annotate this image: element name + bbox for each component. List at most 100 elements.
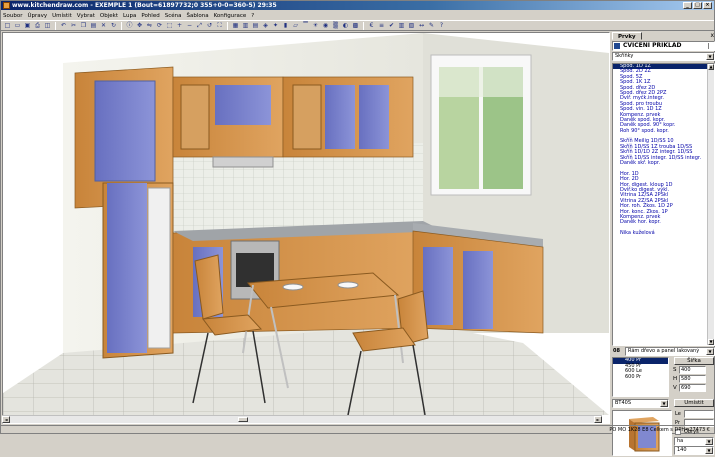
dim-h-input[interactable]: 580 [679,375,706,383]
catalog-menu-icon[interactable] [708,43,713,49]
rotate-icon[interactable]: ↻ [109,21,118,30]
save-icon[interactable]: ▣ [23,21,32,30]
scroll-up-icon[interactable]: ▲ [708,64,714,70]
tab-prvky[interactable]: Prvky [612,32,642,40]
catalog-icon [614,43,620,49]
chevron-down-icon[interactable]: ▼ [706,348,714,355]
3d-viewport[interactable] [2,32,610,424]
close-icon[interactable]: × [703,2,712,9]
render-icon[interactable]: ✦ [271,21,280,30]
element-list-scrollbar[interactable]: ▲ ▼ [707,64,714,345]
kitchen-render[interactable] [3,33,609,416]
lights-icon[interactable]: ☀ [311,21,320,30]
toolbar: □ ▭ ▣ ⎙ ◫ ↶ ✂ ❐ ▤ ✕ ↻ ⓘ ✥ ⇋ ⟳ ⬚ + − ⤢ ↺ ⛶ ▦ ▥ ▤ ◈ ✦ ▮ ▱ ▔ ☀ ◉ ▒ ◐ ▩ € ≡ ✔ ▥ ▧ ↔… [1,20,714,31]
category-select[interactable]: Skříňky ▼ [612,52,715,61]
chevron-down-icon[interactable]: ▼ [706,53,714,60]
open-icon[interactable]: ▭ [13,21,22,30]
perspective-icon[interactable]: ◈ [261,21,270,30]
size-list[interactable]: 400 Pr 450 Pr 600 Le 600 Pr [612,357,669,397]
layer-icon[interactable]: ▧ [407,21,416,30]
undo-icon[interactable]: ↶ [59,21,68,30]
texture-icon[interactable]: ▩ [351,21,360,30]
list-item[interactable]: Nika kuželová [613,230,714,236]
price-icon[interactable]: € [367,21,376,30]
menu-help[interactable]: ? [251,13,254,19]
menu-lupa[interactable]: Lupa [123,13,136,19]
dim-s-input[interactable]: 400 [679,366,706,374]
catalog-header[interactable]: CVIČENÍ PŘÍKLAD [612,41,715,51]
toolbar-separator [121,21,122,30]
chevron-down-icon[interactable]: ▼ [660,400,668,407]
help-icon[interactable]: ? [437,21,446,30]
colors-icon[interactable]: ◐ [341,21,350,30]
floor-icon[interactable]: ▱ [291,21,300,30]
plan-view-icon[interactable]: ▦ [231,21,240,30]
paste-icon[interactable]: ▤ [89,21,98,30]
panel-close-icon[interactable]: x [710,32,714,39]
ceiling-icon[interactable]: ▔ [301,21,310,30]
minimize-icon[interactable]: _ [683,2,692,9]
maximize-icon[interactable]: □ [693,2,702,9]
cut-icon[interactable]: ✂ [69,21,78,30]
scroll-right-icon[interactable]: ► [594,416,602,423]
zoom-window-icon[interactable]: ⬚ [165,21,174,30]
zoom-all-icon[interactable]: ⤢ [195,21,204,30]
walls-icon[interactable]: ▮ [281,21,290,30]
app-window: www.kitchendraw.com - EXEMPLE 1 (Bout=61… [0,0,715,456]
place-button[interactable]: Umístit [674,399,714,407]
zoom-out-icon[interactable]: − [185,21,194,30]
dim-v-input[interactable]: 690 [679,384,706,392]
material-row: 08 Rám dřevo a panel lakovaný ▼ [612,347,715,356]
menu-upravy[interactable]: Úpravy [27,13,47,19]
new-icon[interactable]: □ [3,21,12,30]
front-view-icon[interactable]: ▥ [241,21,250,30]
element-list[interactable]: Spod. 1D 1Z Spod. 2D 2Z Spod. 5Z Spod. 1K 1… [612,63,715,346]
menu-scena[interactable]: Scéna [165,13,182,19]
zoom-in-icon[interactable]: + [175,21,184,30]
glass-door [180,84,210,150]
materials-icon[interactable]: ▒ [331,21,340,30]
menu-umistit[interactable]: Umístit [52,13,72,19]
menu-objekt[interactable]: Objekt [100,13,118,19]
camera-icon[interactable]: ◉ [321,21,330,30]
menu-pohled[interactable]: Pohled [141,13,159,19]
ha-select[interactable]: ha ▼ [674,437,714,446]
zoom-extents-icon[interactable]: ⛶ [215,21,224,30]
menu-vybrat[interactable]: Vybrat [77,13,95,19]
code-select[interactable]: BT40S ▼ [612,399,669,408]
delete-icon[interactable]: ✕ [99,21,108,30]
chevron-down-icon[interactable]: ▼ [705,438,713,445]
copy-icon[interactable]: ❐ [79,21,88,30]
order-icon[interactable]: ✔ [387,21,396,30]
width-button[interactable]: Šířka [674,357,714,365]
zoom-previous-icon[interactable]: ↺ [205,21,214,30]
dimension-icon[interactable]: ↔ [417,21,426,30]
window-title: www.kitchendraw.com - EXEMPLE 1 (Bout=61… [12,2,277,9]
stats-icon[interactable]: ▥ [397,21,406,30]
print-icon[interactable]: ⎙ [33,21,42,30]
prop-le: Le [674,410,714,418]
chevron-down-icon[interactable]: ▼ [705,447,713,454]
print-preview-icon[interactable]: ◫ [43,21,52,30]
move-icon[interactable]: ✥ [135,21,144,30]
info-icon[interactable]: ⓘ [125,21,134,30]
elevation-icon[interactable]: ▤ [251,21,260,30]
scroll-down-icon[interactable]: ▼ [708,339,714,345]
prop-le-input[interactable] [684,410,714,418]
title-bar[interactable]: www.kitchendraw.com - EXEMPLE 1 (Bout=61… [1,1,714,10]
fridge-interior [147,187,171,349]
mirror-icon[interactable]: ⇋ [145,21,154,30]
num-select[interactable]: 140 ▼ [674,446,714,455]
scroll-thumb[interactable] [238,417,248,422]
scroll-left-icon[interactable]: ◄ [2,416,10,423]
size-item[interactable]: 600 Pr [613,374,668,381]
panel-tabs: Prvky [612,32,642,40]
menu-konfigurace[interactable]: Konfigurace [214,13,247,19]
rotate-object-icon[interactable]: ⟳ [155,21,164,30]
viewport-hscroll[interactable]: ◄ ► [2,415,602,423]
quote-icon[interactable]: ≡ [377,21,386,30]
menu-soubor[interactable]: Soubor [3,13,22,19]
menu-sablona[interactable]: Šablona [186,13,208,19]
note-icon[interactable]: ✎ [427,21,436,30]
material-select[interactable]: Rám dřevo a panel lakovaný ▼ [625,347,715,356]
